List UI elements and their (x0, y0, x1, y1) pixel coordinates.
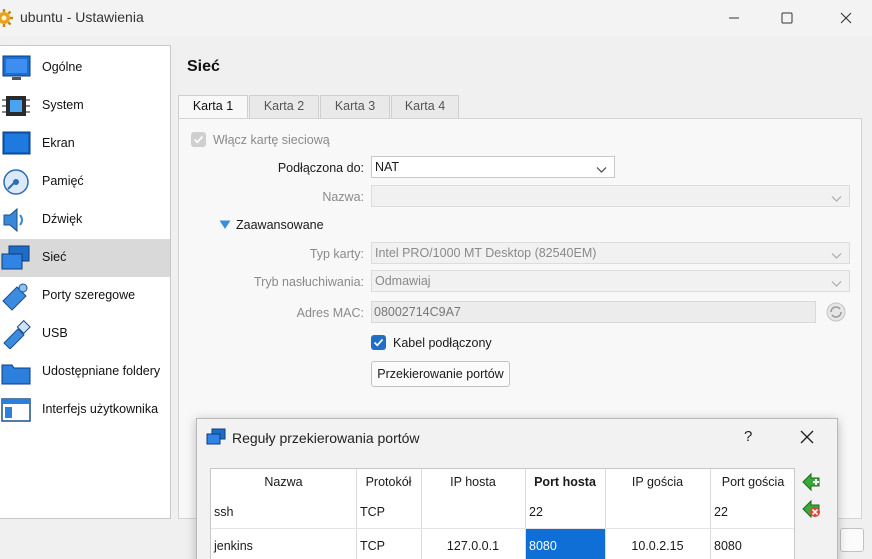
sidebar-item-label: Sieć (42, 250, 67, 264)
promiscuous-mode-value: Odmawiaj (375, 274, 431, 288)
sidebar-item-label: Interfejs użytkownika (42, 402, 159, 416)
settings-sidebar: Ogólne System Ekran Pamięć Dźwięk Sieć P… (0, 45, 171, 519)
add-rule-icon[interactable] (800, 472, 822, 492)
column-header-host-port[interactable]: Port hosta (525, 469, 605, 498)
tab-adapter-4[interactable]: Karta 4 (391, 95, 459, 118)
chevron-down-icon (831, 192, 842, 206)
settings-gear-icon (0, 8, 14, 28)
row-divider (211, 528, 794, 529)
chevron-down-icon (831, 249, 842, 263)
attached-to-select[interactable]: NAT (371, 156, 615, 178)
serial-port-icon (0, 281, 32, 311)
remove-rule-icon[interactable] (800, 499, 822, 519)
table-cell[interactable]: 8080 (714, 539, 742, 559)
sidebar-item-label: Ogólne (42, 60, 83, 74)
expand-triangle-icon[interactable] (219, 219, 231, 233)
advanced-toggle[interactable]: Zaawansowane (236, 218, 324, 232)
tab-adapter-2[interactable]: Karta 2 (249, 95, 319, 118)
port-forwarding-table: Nazwa Protokół IP hosta Port hosta IP go… (210, 468, 795, 559)
dialog-title: Reguły przekierowania portów (232, 430, 420, 446)
sidebar-item-label: Ekran (42, 136, 75, 150)
title-bar: ubuntu - Ustawienia (0, 0, 872, 36)
display-icon (0, 129, 32, 159)
table-cell[interactable]: 127.0.0.1 (421, 539, 525, 559)
cable-connected-label: Kabel podłączony (393, 336, 492, 350)
name-select[interactable] (371, 185, 850, 207)
tab-adapter-3[interactable]: Karta 3 (320, 95, 390, 118)
general-monitor-icon (0, 53, 32, 83)
sidebar-item-shared-folders[interactable]: Udostępniane foldery (0, 353, 170, 391)
sidebar-item-label: Udostępniane foldery (42, 364, 161, 378)
sidebar-item-label: Pamięć (42, 174, 84, 188)
chevron-down-icon (596, 163, 607, 177)
attached-to-label: Podłączona do: (277, 161, 364, 175)
table-cell[interactable]: TCP (360, 505, 385, 534)
sidebar-item-label: Dźwięk (42, 212, 83, 226)
table-cell[interactable]: ssh (214, 505, 233, 534)
promiscuous-mode-select[interactable]: Odmawiaj (371, 270, 850, 292)
mac-address-label: Adres MAC: (296, 306, 364, 320)
table-cell[interactable]: TCP (360, 539, 385, 559)
close-icon[interactable] (798, 428, 816, 446)
sidebar-item-storage[interactable]: Pamięć (0, 163, 170, 201)
mac-address-field[interactable]: 08002714C9A7 (371, 301, 816, 323)
help-button[interactable]: ? (744, 428, 752, 445)
column-header-guest-port[interactable]: Port gościa (710, 469, 794, 498)
port-forwarding-button[interactable]: Przekierowanie portów (371, 361, 510, 387)
maximize-button[interactable] (773, 4, 801, 32)
sidebar-item-system[interactable]: System (0, 87, 170, 125)
user-interface-icon (0, 395, 32, 425)
storage-disk-icon (0, 167, 32, 197)
column-header-name[interactable]: Nazwa (211, 469, 356, 498)
minimize-button[interactable] (720, 4, 748, 32)
mac-address-value: 08002714C9A7 (374, 305, 461, 319)
table-cell[interactable]: 10.0.2.15 (605, 539, 710, 559)
close-button[interactable] (832, 4, 860, 32)
sidebar-item-display[interactable]: Ekran (0, 125, 170, 163)
enable-adapter-label: Włącz kartę sieciową (213, 133, 330, 147)
tab-adapter-1[interactable]: Karta 1 (178, 95, 248, 119)
column-header-host-ip[interactable]: IP hosta (421, 469, 525, 498)
adapter-type-label: Typ karty: (309, 247, 364, 261)
sidebar-item-serial-ports[interactable]: Porty szeregowe (0, 277, 170, 315)
chevron-down-icon (831, 277, 842, 291)
sidebar-item-usb[interactable]: USB (0, 315, 170, 353)
table-cell[interactable]: jenkins (214, 539, 253, 559)
sidebar-item-general[interactable]: Ogólne (0, 49, 170, 87)
usb-icon (0, 319, 32, 350)
refresh-mac-icon[interactable] (825, 301, 847, 323)
name-label: Nazwa: (322, 190, 364, 204)
sidebar-item-audio[interactable]: Dźwięk (0, 201, 170, 239)
port-forwarding-dialog: Reguły przekierowania portów ? Nazwa Pro… (196, 418, 838, 559)
chip-icon (0, 91, 32, 121)
page-title: Sieć (187, 58, 220, 75)
cable-connected-checkbox[interactable] (371, 335, 386, 350)
network-icon (206, 428, 226, 446)
sidebar-item-label: Porty szeregowe (42, 288, 136, 302)
table-cell-selected[interactable]: 8080 (529, 539, 557, 559)
sidebar-item-user-interface[interactable]: Interfejs użytkownika (0, 391, 170, 429)
column-header-guest-ip[interactable]: IP gościa (605, 469, 710, 498)
adapter-type-select[interactable]: Intel PRO/1000 MT Desktop (82540EM) (371, 242, 850, 264)
column-header-protocol[interactable]: Protokół (356, 469, 421, 498)
ok-button[interactable] (840, 528, 864, 552)
attached-to-value: NAT (375, 160, 400, 174)
sidebar-item-network[interactable]: Sieć (0, 239, 170, 277)
table-cell[interactable]: 22 (714, 505, 728, 534)
network-icon (0, 243, 32, 273)
shared-folder-icon (0, 357, 32, 387)
window-title: ubuntu - Ustawienia (20, 9, 144, 25)
sidebar-item-label: USB (42, 326, 68, 340)
adapter-type-value: Intel PRO/1000 MT Desktop (82540EM) (375, 246, 597, 260)
enable-adapter-checkbox[interactable] (191, 132, 206, 147)
promiscuous-mode-label: Tryb nasłuchiwania: (253, 275, 364, 289)
speaker-icon (0, 205, 32, 235)
sidebar-item-label: System (42, 98, 84, 112)
